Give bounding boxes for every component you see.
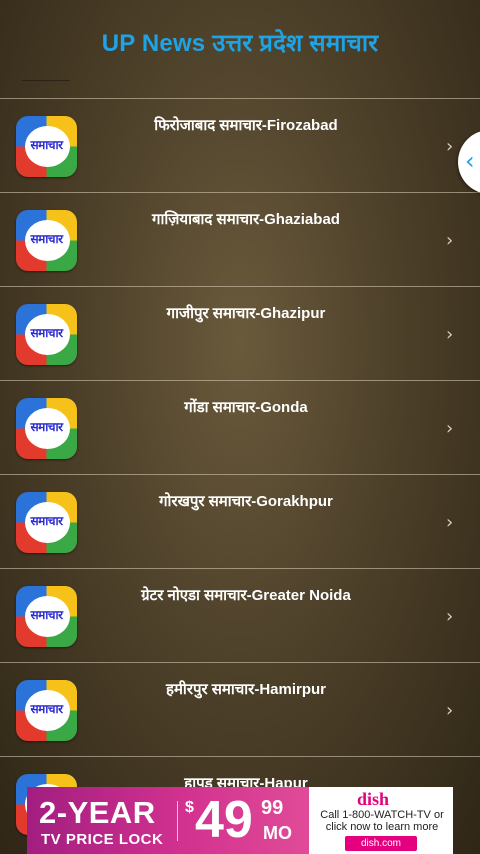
samachar-logo-icon: समाचार [16,586,77,647]
samachar-logo-icon: समाचार [16,116,77,177]
samachar-logo-icon: समाचार [16,680,77,741]
samachar-logo-icon: समाचार [16,304,77,365]
chevron-right-icon: › [446,136,454,157]
list-item-label: ग्रेटर नोएडा समाचार-Greater Noida [141,587,351,604]
samachar-logo-icon: समाचार [16,492,77,553]
list-item-ghazipur[interactable]: समाचार गाजीपुर समाचार-Ghazipur › [0,286,480,380]
chevron-right-icon: › [446,512,454,533]
list-item-hamirpur[interactable]: समाचार हमीरपुर समाचार-Hamirpur › [0,662,480,756]
chevron-right-icon: › [446,606,454,627]
title-divider [22,80,70,81]
ad-promo-panel: 2-YEAR TV PRICE LOCK $ 49 99 MO [27,787,309,854]
ad-price: 49 [195,791,253,849]
ad-headline: 2-YEAR [39,795,156,830]
ad-cents: 99 [261,797,284,819]
ad-currency: $ [185,799,194,816]
app-header: UP News उत्तर प्रदेश समाचार [0,0,480,98]
list-item-label: हमीरपुर समाचार-Hamirpur [166,681,326,698]
list-item-gonda[interactable]: समाचार गोंडा समाचार-Gonda › [0,380,480,474]
list-item-label: गाज़ियाबाद समाचार-Ghaziabad [152,211,340,228]
list-item-gorakhpur[interactable]: समाचार गोरखपुर समाचार-Gorakhpur › [0,474,480,568]
list-item-firozabad[interactable]: समाचार फिरोजाबाद समाचार-Firozabad › [0,98,480,192]
list-item-greater-noida[interactable]: समाचार ग्रेटर नोएडा समाचार-Greater Noida… [0,568,480,662]
ad-url-button[interactable]: dish.com [345,836,417,851]
page-title: UP News उत्तर प्रदेश समाचार [101,30,379,57]
ad-brand-logo: dish [357,789,390,809]
district-list: समाचार फिरोजाबाद समाचार-Firozabad › समाच… [0,98,480,850]
list-item-label: गोरखपुर समाचार-Gorakhpur [159,493,333,510]
chevron-left-icon: ‹ [465,147,475,175]
samachar-logo-icon: समाचार [16,210,77,271]
ad-period: MO [263,823,292,843]
list-item-ghaziabad[interactable]: समाचार गाज़ियाबाद समाचार-Ghaziabad › [0,192,480,286]
list-item-label: गोंडा समाचार-Gonda [184,399,308,416]
ad-divider [177,801,178,841]
ad-subline: TV PRICE LOCK [41,831,164,848]
ad-banner[interactable]: 2-YEAR TV PRICE LOCK $ 49 99 MO dish Cal… [27,787,453,854]
chevron-right-icon: › [446,418,454,439]
chevron-right-icon: › [446,324,454,345]
chevron-right-icon: › [446,700,454,721]
list-item-label: फिरोजाबाद समाचार-Firozabad [154,117,338,134]
ad-call-text: Call 1-800-WATCH-TV or click now to lear… [320,809,444,833]
chevron-right-icon: › [446,230,454,251]
list-item-label: गाजीपुर समाचार-Ghazipur [166,305,326,322]
samachar-logo-icon: समाचार [16,398,77,459]
